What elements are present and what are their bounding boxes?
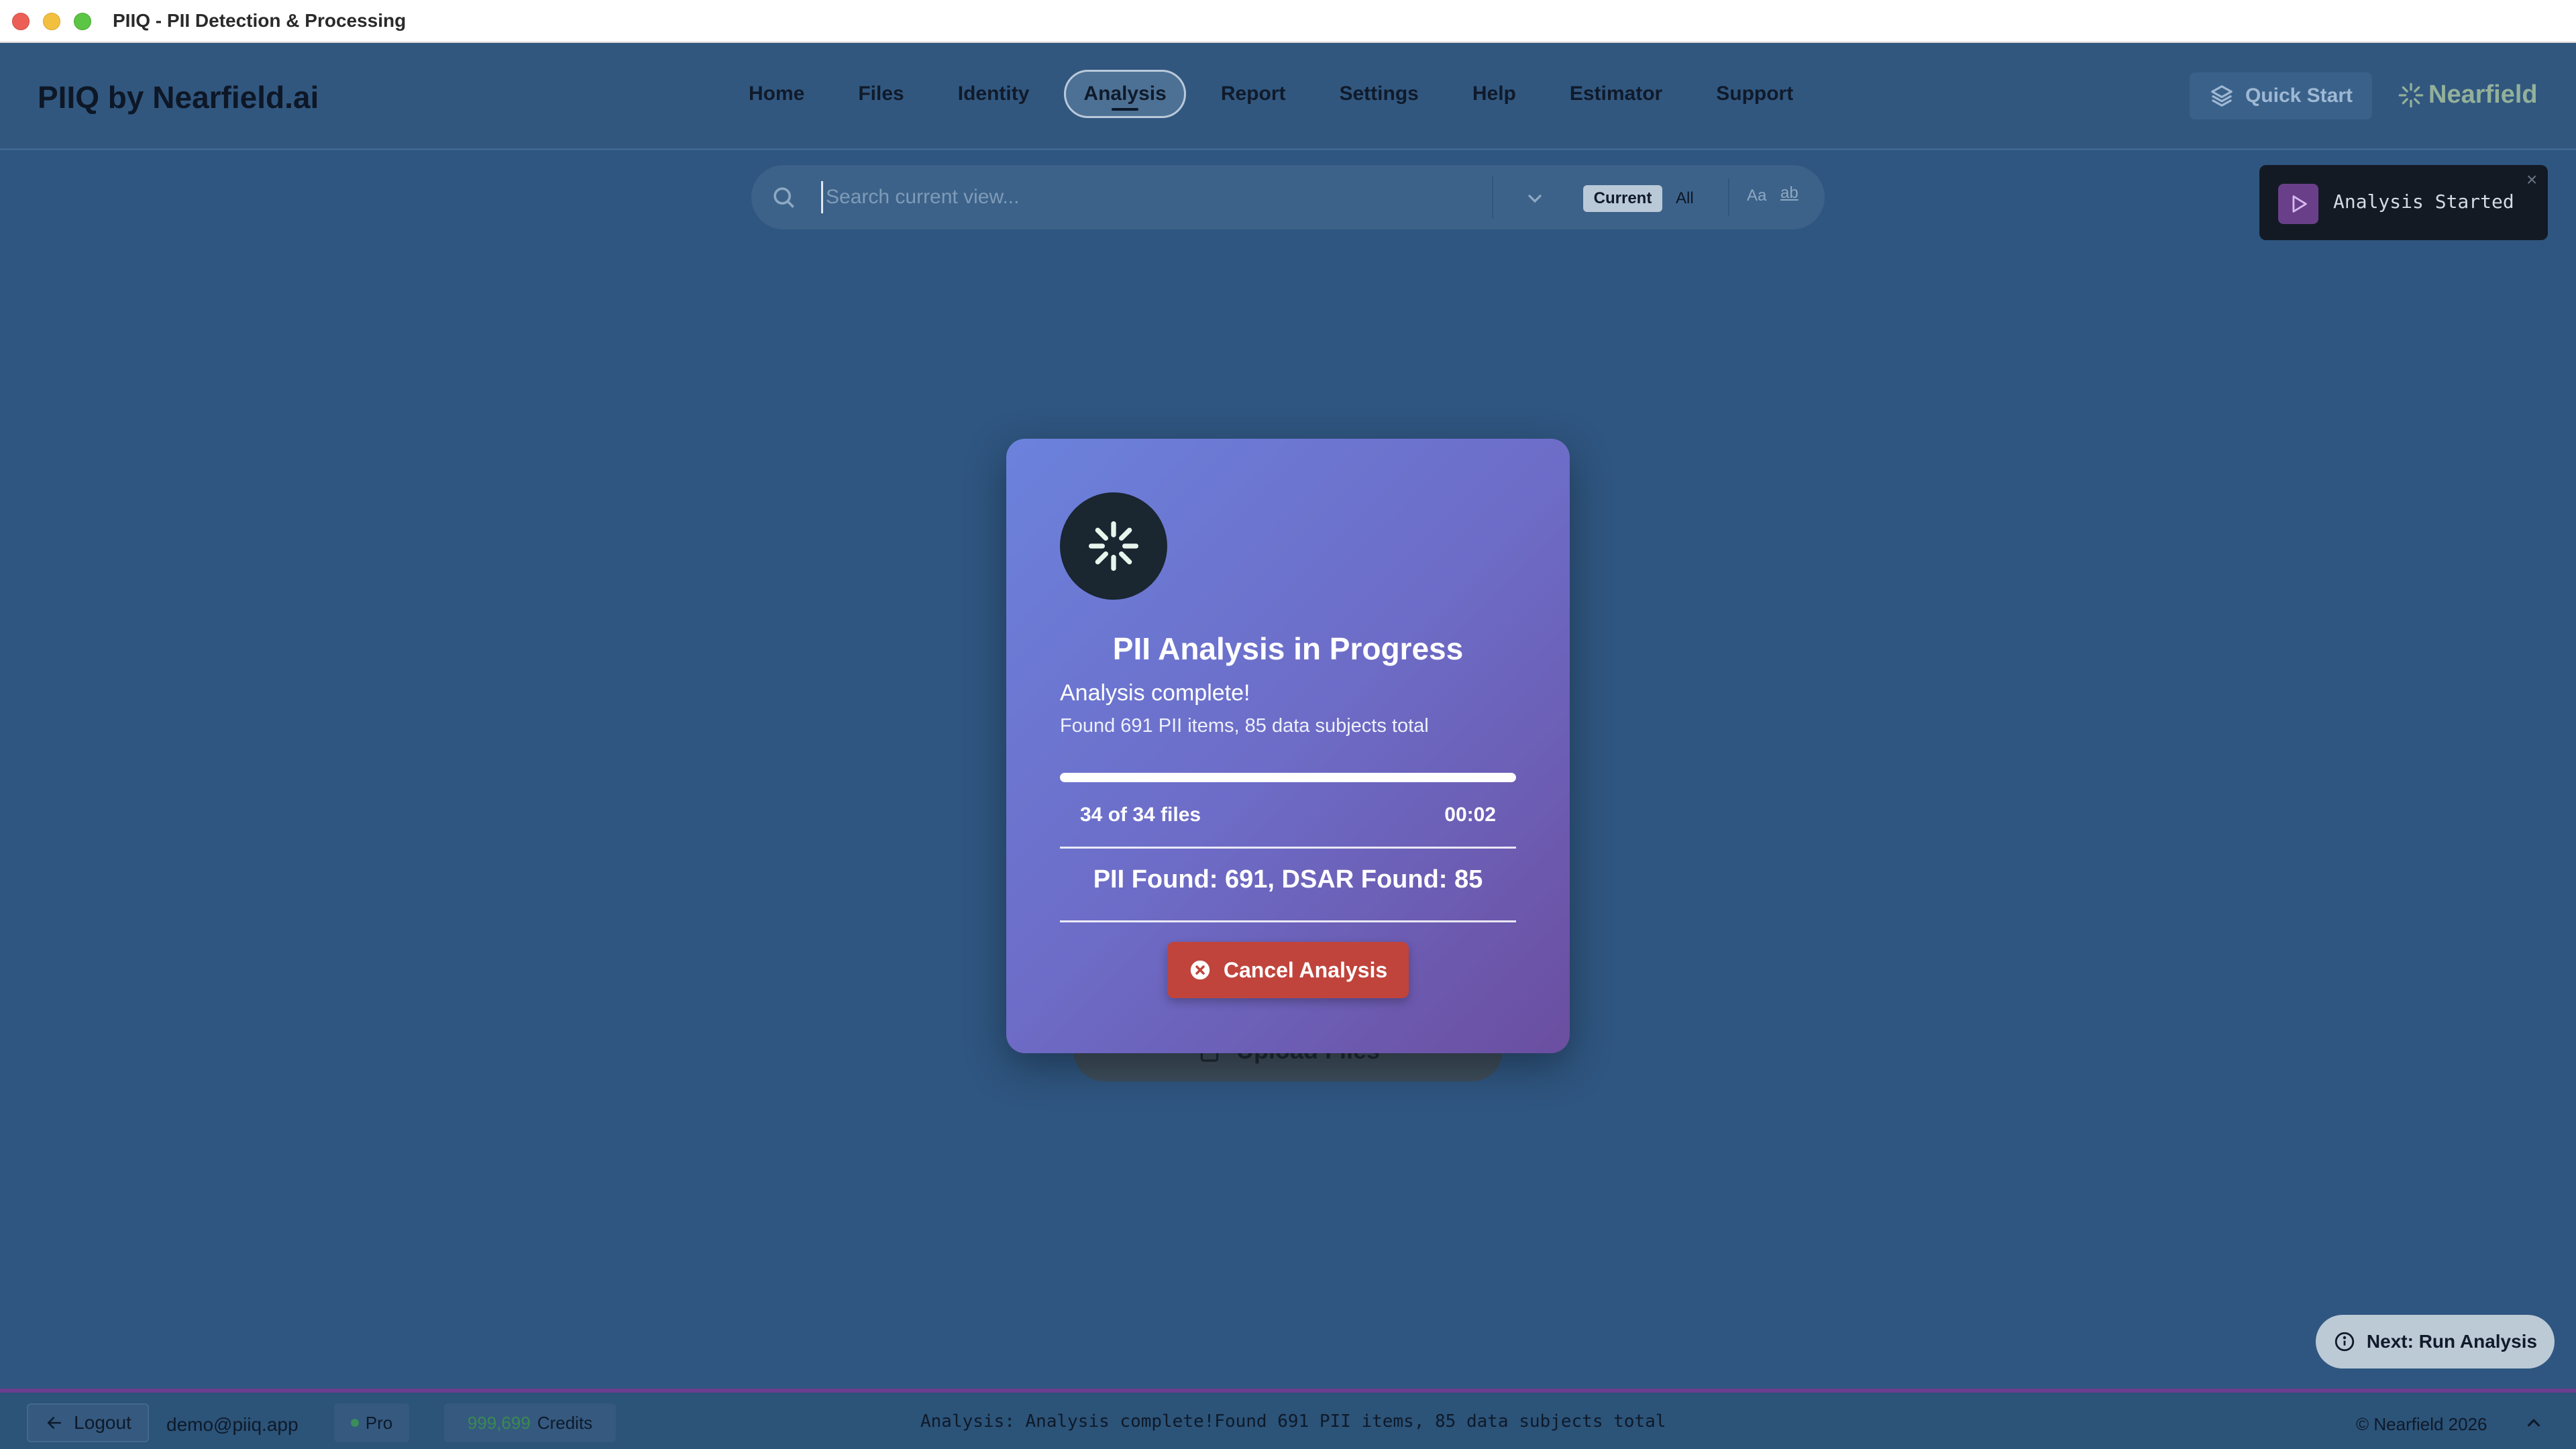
plan-label: Pro — [365, 1412, 393, 1433]
files-progress: 34 of 34 files — [1080, 804, 1201, 826]
next-run-analysis-label: Next: Run Analysis — [2366, 1331, 2538, 1352]
nearfield-logo-text: Nearfield — [2428, 80, 2538, 109]
credits-badge: 999,699 Credits — [444, 1403, 616, 1442]
status-footer: Logout demo@piiq.app Pro 999,699 Credits… — [0, 1389, 2576, 1449]
nav-help[interactable]: Help — [1446, 70, 1543, 118]
info-icon — [2334, 1332, 2355, 1352]
search-bar: Current All Aa ab — [751, 165, 1825, 229]
search-icon — [773, 187, 794, 208]
zoom-window-button[interactable] — [74, 13, 91, 30]
copyright: © Nearfield 2026 — [2356, 1414, 2487, 1434]
plan-badge: Pro — [334, 1403, 409, 1442]
search-divider — [1492, 176, 1493, 219]
main-nav: Home Files Identity Analysis Report Sett… — [722, 70, 1820, 118]
credits-value: 999,699 — [467, 1412, 531, 1433]
nav-analysis[interactable]: Analysis — [1064, 70, 1186, 118]
scope-all-button[interactable]: All — [1676, 185, 1694, 212]
search-divider-2 — [1728, 178, 1729, 216]
quick-start-label: Quick Start — [2245, 85, 2353, 107]
window-title: PIIQ - PII Detection & Processing — [113, 10, 407, 31]
toast-message: Analysis Started — [2333, 191, 2514, 213]
scope-current-button[interactable]: Current — [1583, 185, 1662, 212]
analysis-started-toast: Analysis Started × — [2259, 165, 2548, 240]
layers-icon — [2211, 85, 2233, 107]
logout-button[interactable]: Logout — [27, 1403, 149, 1442]
modal-title: PII Analysis in Progress — [1112, 631, 1464, 666]
progress-bar-fill — [1060, 773, 1516, 782]
next-run-analysis-button[interactable]: Next: Run Analysis — [2316, 1315, 2555, 1368]
chevron-up-icon[interactable] — [2524, 1413, 2544, 1433]
nav-identity[interactable]: Identity — [931, 70, 1057, 118]
found-summary: PII Found: 691, DSAR Found: 85 — [1093, 865, 1483, 894]
status-detail: Found 691 PII items, 85 data subjects to… — [1060, 715, 1429, 737]
arrow-left-icon — [47, 1417, 62, 1429]
status-title: Analysis complete! — [1060, 680, 1250, 706]
plan-status-dot — [350, 1419, 359, 1427]
logout-label: Logout — [74, 1412, 131, 1433]
nav-estimator[interactable]: Estimator — [1543, 70, 1689, 118]
chevron-down-icon[interactable] — [1524, 188, 1546, 209]
footer-status-text: Analysis: Analysis complete!Found 691 PI… — [920, 1411, 1666, 1432]
window-titlebar: PIIQ - PII Detection & Processing — [0, 0, 2576, 43]
divider — [1060, 847, 1516, 849]
nearfield-starburst-icon — [2398, 83, 2424, 107]
user-email: demo@piiq.app — [166, 1414, 299, 1435]
nearfield-logo: Nearfield — [2398, 80, 2538, 109]
progress-bar — [1060, 773, 1516, 782]
brand-title[interactable]: PIIQ by Nearfield.ai — [38, 79, 319, 115]
play-icon — [2278, 184, 2318, 224]
close-window-button[interactable] — [12, 13, 30, 30]
analysis-progress-modal: PII Analysis in Progress Analysis comple… — [1006, 439, 1570, 1053]
toast-close-icon[interactable]: × — [2526, 169, 2537, 191]
app-header: PIIQ by Nearfield.ai Home Files Identity… — [0, 43, 2576, 150]
elapsed-time: 00:02 — [1444, 804, 1496, 826]
cancel-analysis-label: Cancel Analysis — [1223, 957, 1388, 982]
spinner-icon — [1060, 492, 1167, 600]
nav-settings[interactable]: Settings — [1312, 70, 1445, 118]
search-input[interactable] — [821, 181, 1492, 213]
nav-report[interactable]: Report — [1194, 70, 1313, 118]
minimize-window-button[interactable] — [43, 13, 60, 30]
credits-label: Credits — [537, 1412, 593, 1433]
nav-files[interactable]: Files — [831, 70, 930, 118]
divider — [1060, 920, 1516, 922]
close-circle-icon — [1190, 960, 1210, 980]
nav-home[interactable]: Home — [722, 70, 831, 118]
match-case-toggle[interactable]: Aa — [1747, 186, 1766, 205]
nav-support[interactable]: Support — [1689, 70, 1820, 118]
cancel-analysis-button[interactable]: Cancel Analysis — [1167, 942, 1409, 998]
whole-word-toggle[interactable]: ab — [1780, 184, 1799, 203]
quick-start-button[interactable]: Quick Start — [2190, 72, 2372, 119]
